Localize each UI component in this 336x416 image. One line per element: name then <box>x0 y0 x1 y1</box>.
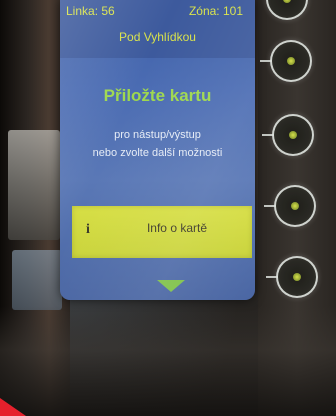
arrow-down-icon[interactable] <box>157 280 185 292</box>
side-button-3[interactable] <box>262 114 314 156</box>
card-info-label: Info o kartě <box>146 221 208 235</box>
window-reflection <box>8 130 60 240</box>
line-number: Linka: 56 <box>66 4 115 18</box>
button-light-icon <box>287 57 295 65</box>
side-button-2[interactable] <box>260 40 312 82</box>
side-button-5[interactable] <box>266 256 318 298</box>
button-marker-icon <box>260 60 272 62</box>
subtext-line-2: nebo zvolte další možnosti <box>92 147 223 159</box>
button-marker-icon <box>264 205 276 207</box>
info-icon: i <box>86 222 90 237</box>
ticket-validator-screen: Linka: 56 Zóna: 101 Pod Vyhlídkou Přilož… <box>60 0 255 300</box>
button-marker-icon <box>266 276 278 278</box>
prompt-headline: Přiložte kartu <box>103 86 212 105</box>
button-light-icon <box>291 202 299 210</box>
button-marker-icon <box>262 134 274 136</box>
card-info-button[interactable]: i Info o kartě <box>72 206 252 258</box>
status-header: Linka: 56 Zóna: 101 Pod Vyhlídkou <box>60 0 255 58</box>
current-stop: Pod Vyhlídkou <box>119 30 196 44</box>
button-light-icon <box>283 0 291 3</box>
window-reflection-lower <box>12 250 62 310</box>
red-corner-decoration <box>0 398 26 416</box>
prompt-subtext: pro nástup/výstup nebo zvolte další možn… <box>60 126 255 162</box>
side-button-4[interactable] <box>264 185 316 227</box>
glass-reflection <box>0 306 336 416</box>
zone-label: Zóna: 101 <box>188 4 243 18</box>
subtext-line-1: pro nástup/výstup <box>114 129 201 141</box>
button-light-icon <box>293 273 301 281</box>
photo-scene: Linka: 56 Zóna: 101 Pod Vyhlídkou Přilož… <box>0 0 336 416</box>
button-light-icon <box>289 131 297 139</box>
